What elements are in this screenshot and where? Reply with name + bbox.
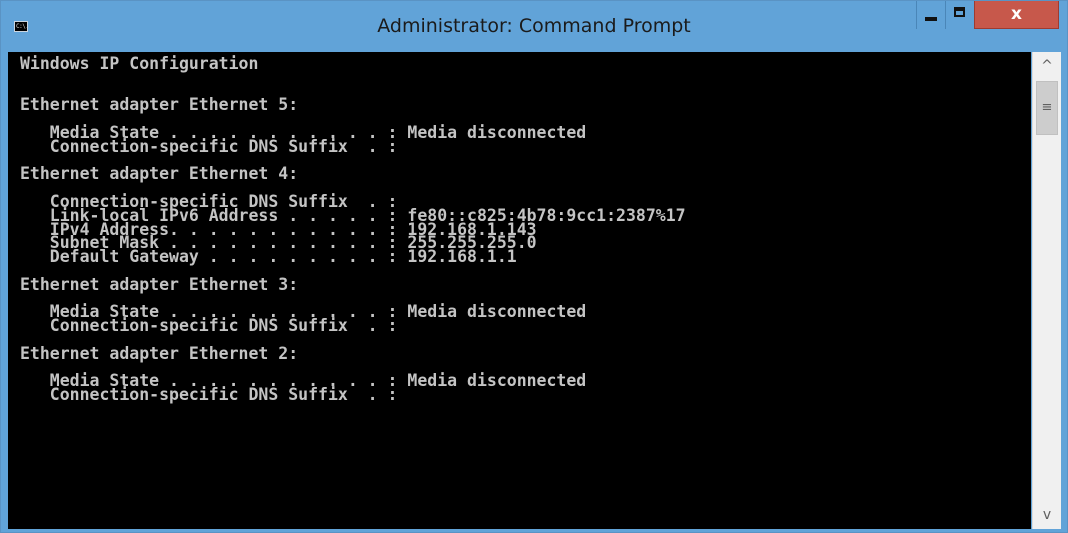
console-output[interactable]: Windows IP Configuration Ethernet adapte…	[8, 52, 1031, 529]
scroll-thumb[interactable]: ≡	[1036, 81, 1058, 135]
minimize-button[interactable]	[916, 1, 945, 29]
console-line: Connection-specific DNS Suffix . :	[20, 385, 398, 405]
console-line: Ethernet adapter Ethernet 4:	[20, 164, 299, 184]
scroll-down-arrow-icon[interactable]: v	[1033, 501, 1061, 529]
console-line: Windows IP Configuration	[20, 54, 259, 73]
vertical-scrollbar[interactable]: ^ ≡ v	[1032, 52, 1061, 529]
console-line: Connection-specific DNS Suffix . :	[20, 136, 398, 156]
close-button[interactable]: x	[974, 1, 1059, 29]
grip-icon: ≡	[1041, 100, 1053, 115]
console-line: Ethernet adapter Ethernet 5:	[20, 95, 299, 115]
maximize-button[interactable]	[945, 1, 974, 29]
title-bar[interactable]: C:\. Administrator: Command Prompt x	[1, 1, 1067, 52]
close-icon: x	[1011, 4, 1022, 24]
console-line: Ethernet adapter Ethernet 2:	[20, 343, 299, 363]
console-line: Ethernet adapter Ethernet 3:	[20, 274, 299, 294]
console-text: Windows IP Configuration Ethernet adapte…	[20, 54, 686, 405]
scroll-up-arrow-icon[interactable]: ^	[1033, 52, 1061, 80]
command-prompt-window: C:\. Administrator: Command Prompt x Win…	[0, 0, 1068, 533]
maximize-icon	[954, 7, 965, 17]
minimize-icon	[925, 17, 937, 21]
console-line: Connection-specific DNS Suffix . :	[20, 316, 398, 336]
window-bottom-edge	[1032, 529, 1061, 532]
window-title: Administrator: Command Prompt	[377, 15, 691, 37]
console-line: Default Gateway . . . . . . . . . : 192.…	[20, 247, 517, 267]
